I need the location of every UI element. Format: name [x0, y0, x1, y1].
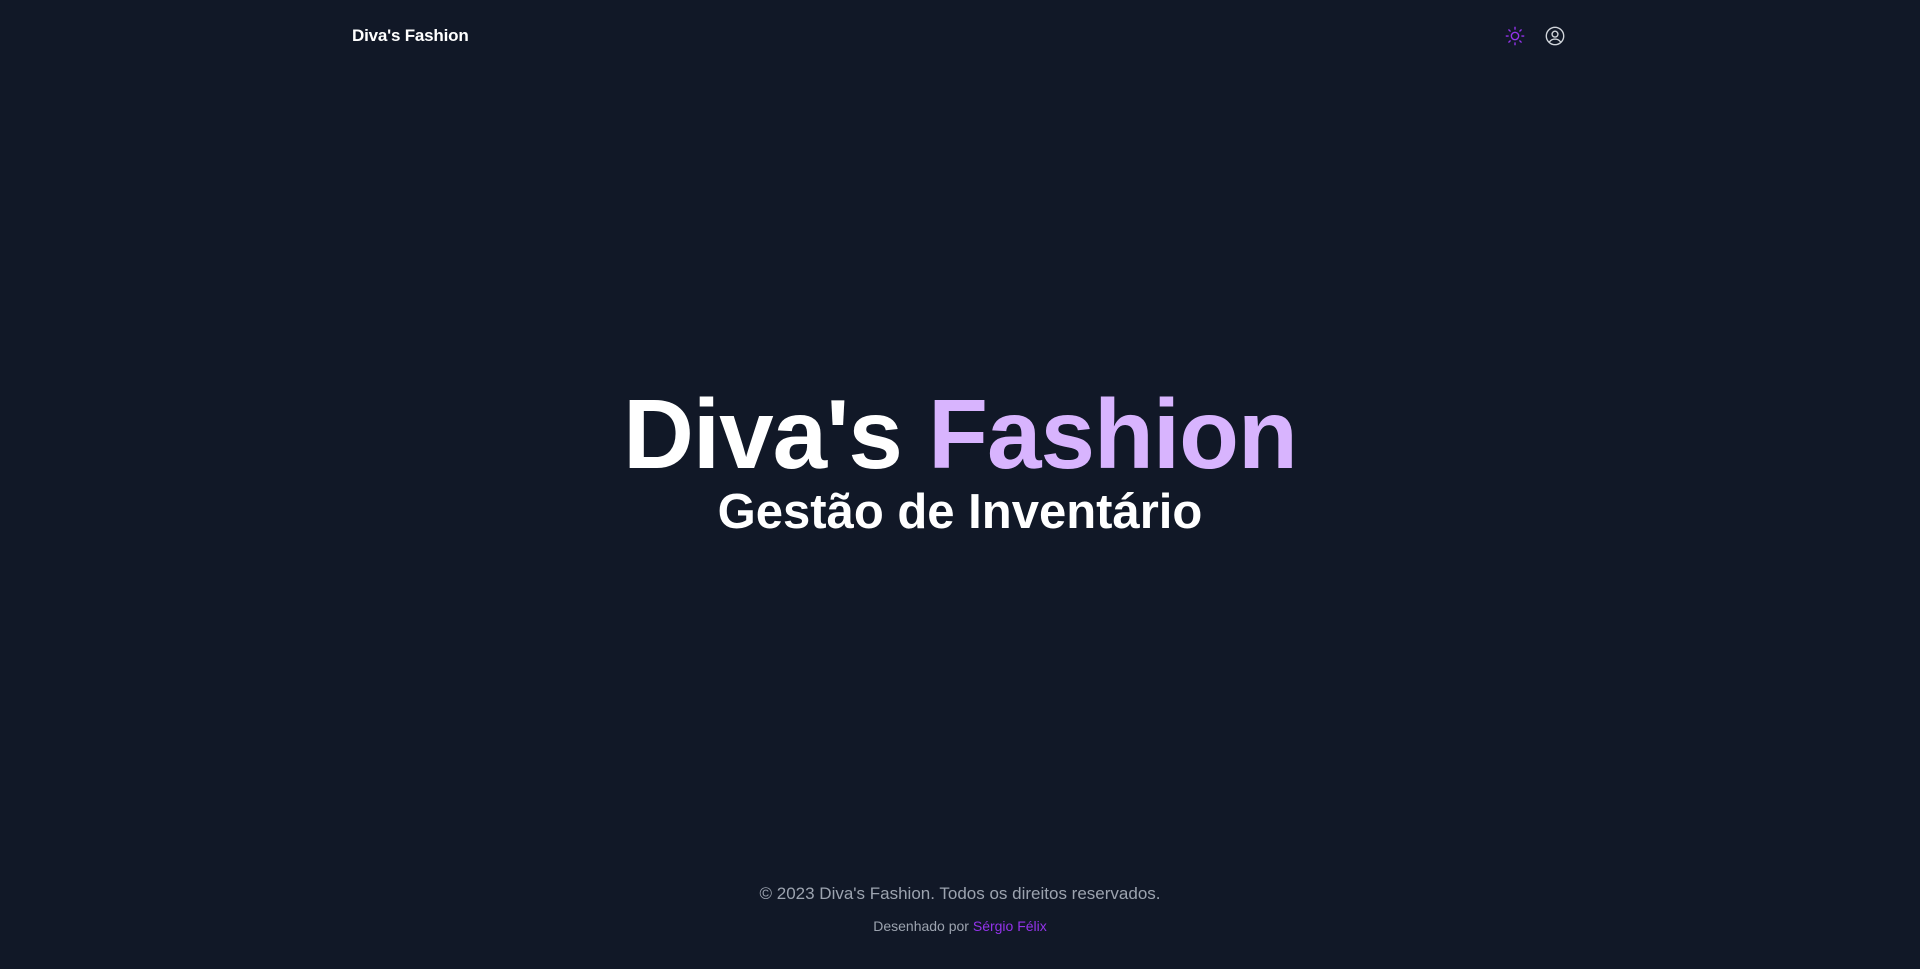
hero-title: Diva's Fashion	[0, 378, 1920, 490]
footer: © 2023 Diva's Fashion. Todos os direitos…	[0, 882, 1920, 936]
user-circle-icon	[1545, 26, 1565, 46]
credit-prefix: Desenhado por	[873, 918, 973, 934]
copyright-text: © 2023 Diva's Fashion. Todos os direitos…	[759, 884, 1161, 903]
navbar: Diva's Fashion	[352, 0, 1568, 72]
theme-toggle-button[interactable]	[1504, 25, 1526, 47]
hero-title-main: Diva's	[623, 379, 929, 489]
hero-subtitle: Gestão de Inventário	[717, 485, 1203, 539]
author-link[interactable]: Sérgio Félix	[973, 918, 1047, 934]
sun-icon	[1505, 26, 1525, 46]
brand-link[interactable]: Diva's Fashion	[352, 26, 469, 46]
nav-actions	[1504, 25, 1566, 47]
account-button[interactable]	[1544, 25, 1566, 47]
credit-line: Desenhado por Sérgio Félix	[0, 916, 1920, 936]
page: Diva's Fashion Diva's Fashion Gestão de …	[0, 0, 1920, 969]
hero-title-accent: Fashion	[928, 379, 1298, 489]
hero: Diva's Fashion Gestão de Inventário	[0, 378, 1920, 540]
